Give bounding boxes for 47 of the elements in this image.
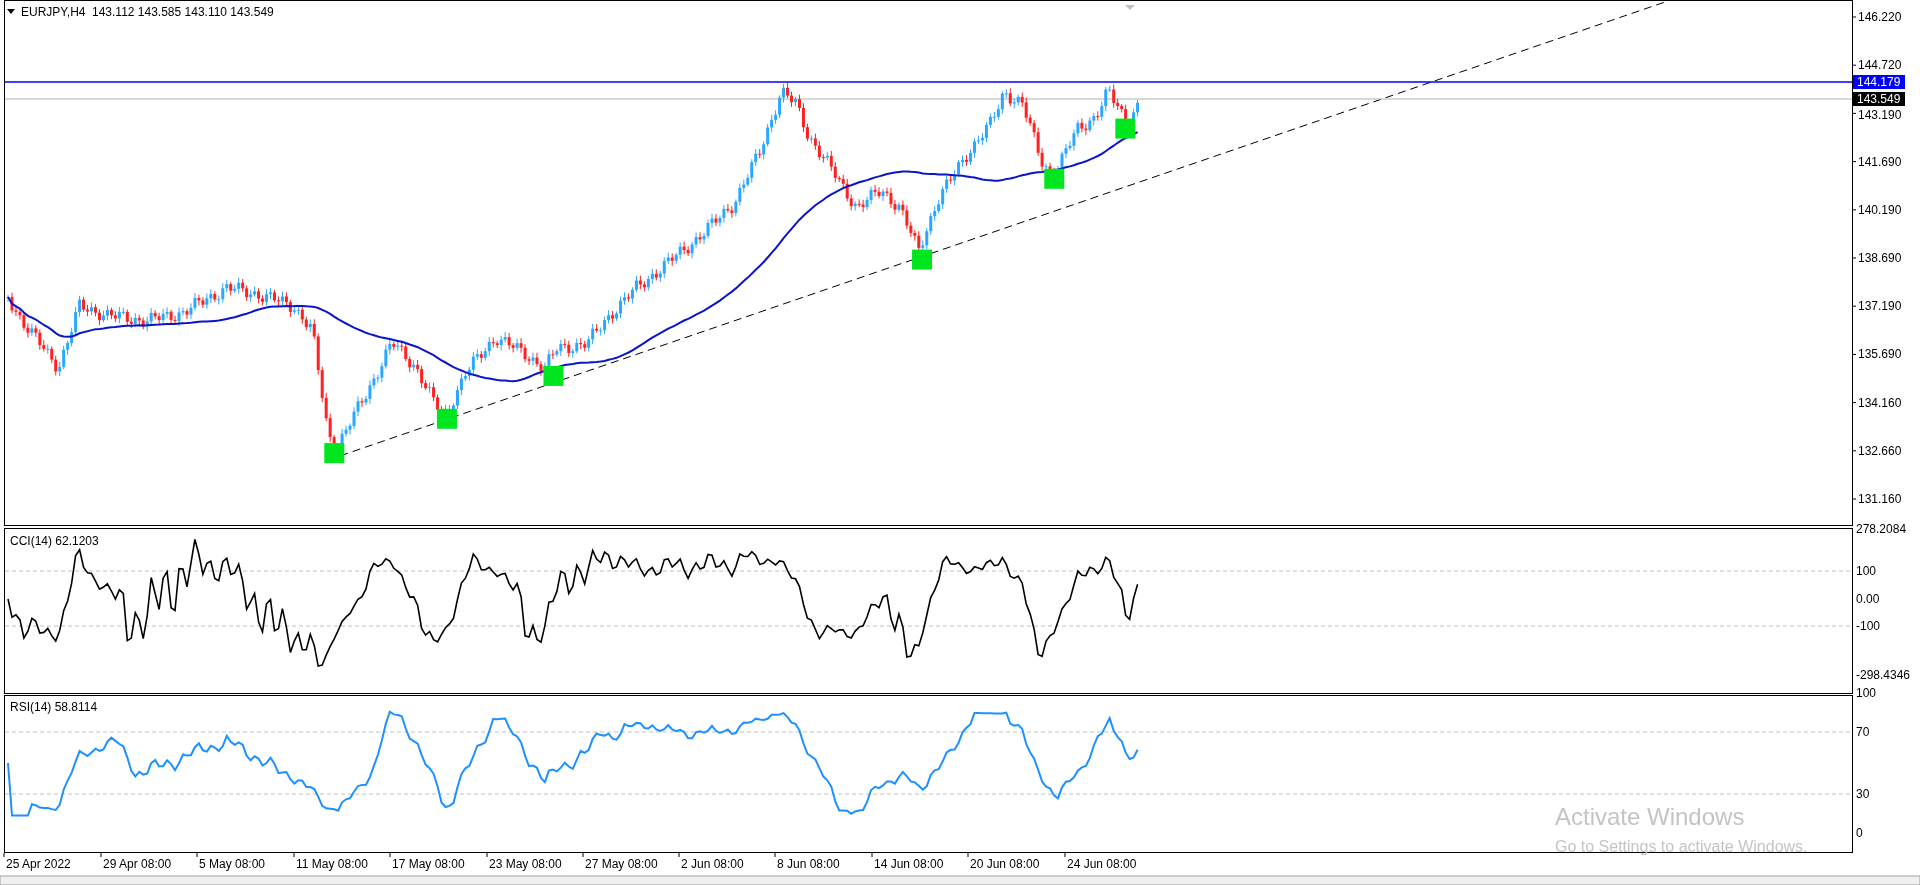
price-axis-label: 144.720 [1858, 58, 1902, 73]
time-axis-label: 2 Jun 08:00 [681, 857, 744, 871]
signal-marker [1115, 118, 1136, 139]
dropdown-icon[interactable] [7, 9, 15, 14]
price-axis-label: 141.690 [1858, 154, 1902, 169]
time-axis-label: 17 May 08:00 [392, 857, 465, 871]
scroll-marker-icon[interactable] [1125, 5, 1135, 10]
price-axis-label: 132.660 [1858, 443, 1902, 458]
signal-marker [912, 249, 933, 270]
price-axis-label: 135.690 [1858, 347, 1902, 362]
time-axis-label: 8 Jun 08:00 [777, 857, 840, 871]
price-axis-label: 138.690 [1858, 251, 1902, 265]
time-axis-label: 23 May 08:00 [489, 857, 562, 871]
rsi-label: RSI(14) 58.8114 [10, 700, 98, 714]
cci-axis-label: 100 [1856, 564, 1877, 578]
price-axis-label: 146.220 [1858, 10, 1902, 24]
signal-marker [1044, 168, 1065, 189]
price-axis-label: 143.190 [1858, 108, 1902, 123]
price-tag: 143.549 [1853, 92, 1905, 106]
cci-axis-label: -100 [1856, 619, 1881, 633]
price-axis-label: 137.190 [1858, 299, 1902, 314]
rsi-axis-label: 30 [1856, 787, 1870, 801]
time-axis-label: 5 May 08:00 [199, 857, 266, 871]
time-axis-label: 27 May 08:00 [585, 857, 658, 871]
time-axis-label: 20 Jun 08:00 [970, 857, 1040, 871]
price-axis-label: 131.160 [1858, 492, 1902, 506]
time-axis-label: 11 May 08:00 [296, 857, 368, 871]
cci-axis-label: -298.4346 [1856, 668, 1911, 682]
watermark-title: Activate Windows [1555, 803, 1745, 830]
time-axis-label: 14 Jun 08:00 [874, 857, 944, 871]
watermark-subtitle: Go to Settings to activate Windows. [1555, 838, 1808, 855]
time-axis-label: 24 Jun 08:00 [1067, 857, 1137, 871]
time-axis-label: 29 Apr 08:00 [103, 857, 172, 871]
chart-symbol: EURJPY,H4 [21, 5, 86, 19]
cci-axis-label: 0.00 [1856, 592, 1880, 606]
price-axis-label: 140.190 [1858, 202, 1902, 217]
price-tag: 144.179 [1853, 75, 1905, 89]
rsi-axis-label: 0 [1856, 826, 1863, 840]
rsi-axis-label: 100 [1856, 686, 1877, 700]
cci-axis-label: 278.2084 [1856, 522, 1907, 536]
chart-quote: 143.112 143.585 143.110 143.549 [92, 5, 274, 19]
rsi-axis-label: 70 [1856, 725, 1870, 739]
signal-marker [543, 365, 564, 386]
cci-label: CCI(14) 62.1203 [10, 534, 99, 548]
price-axis-label: 134.160 [1858, 395, 1902, 410]
time-axis-label: 25 Apr 2022 [6, 857, 71, 871]
signal-marker [324, 443, 345, 464]
